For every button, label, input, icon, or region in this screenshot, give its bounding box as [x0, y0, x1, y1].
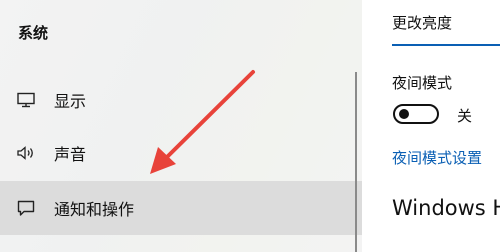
sidebar-title: 系统 [18, 24, 49, 42]
speaker-icon [16, 143, 36, 163]
night-mode-toggle[interactable] [393, 104, 439, 124]
toggle-knob [399, 109, 409, 119]
sidebar-scrollbar[interactable] [355, 72, 357, 252]
night-mode-label: 夜间模式 [392, 74, 453, 92]
sidebar-item-label: 声音 [54, 145, 87, 164]
sidebar-item-display[interactable]: 显示 [0, 73, 362, 127]
monitor-icon [16, 90, 36, 110]
brightness-label: 更改亮度 [392, 14, 453, 32]
sidebar-item-label: 显示 [54, 92, 87, 111]
windows-heading: Windows H [392, 196, 500, 220]
brightness-slider[interactable] [392, 44, 500, 46]
night-mode-settings-link[interactable]: 夜间模式设置 [392, 147, 482, 168]
night-mode-state: 关 [457, 107, 473, 125]
sidebar-item-label: 通知和操作 [54, 200, 135, 219]
sidebar-item-notifications[interactable]: 通知和操作 [0, 181, 362, 235]
main-panel: 更改亮度 夜间模式 关 夜间模式设置 Windows H [362, 0, 500, 252]
sidebar-item-sound[interactable]: 声音 [0, 126, 362, 180]
notification-icon [16, 198, 36, 218]
sidebar: 系统 显示 声音 通知和操作 [0, 0, 362, 252]
